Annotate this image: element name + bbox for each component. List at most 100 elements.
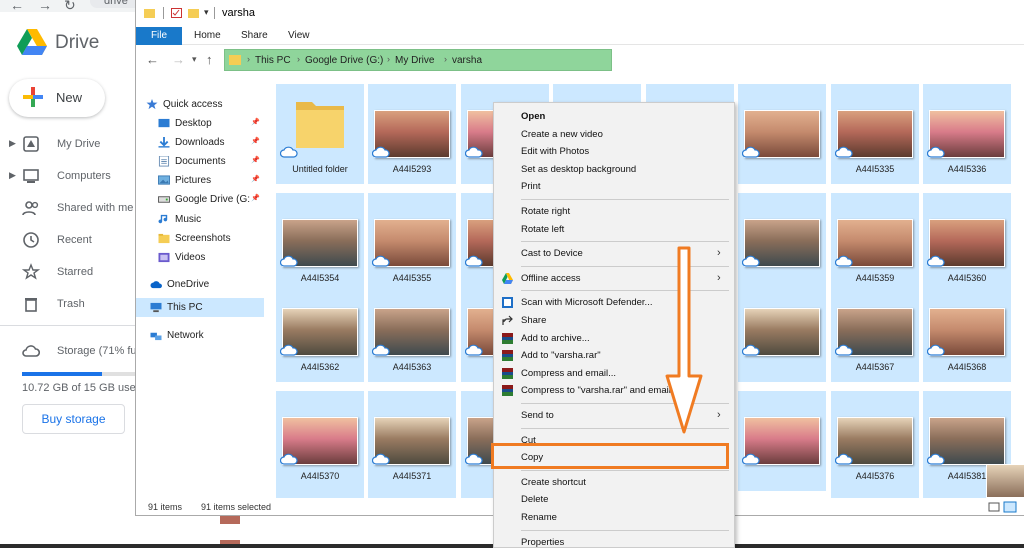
file-name: A44I5362 xyxy=(300,362,340,372)
tab-home[interactable]: Home xyxy=(184,27,231,45)
menu-item-rotate-right[interactable]: Rotate right xyxy=(494,203,734,220)
drive-nav-starred[interactable]: Starred xyxy=(0,261,135,285)
view-toggle-icons[interactable] xyxy=(988,501,1018,513)
menu-item-edit-with-photos[interactable]: Edit with Photos xyxy=(494,143,734,160)
file-tile[interactable] xyxy=(738,391,826,491)
drive-nav-recent[interactable]: Recent xyxy=(0,229,135,253)
forward-icon[interactable]: → xyxy=(38,0,52,13)
file-tile[interactable] xyxy=(738,84,826,184)
back-icon[interactable]: ← xyxy=(146,52,159,67)
file-tile[interactable] xyxy=(831,482,919,498)
new-folder-icon[interactable] xyxy=(188,8,199,18)
nav-item-this-pc[interactable]: This PC xyxy=(136,298,264,317)
breadcrumb-item[interactable]: My Drive xyxy=(395,55,434,66)
file-tile[interactable]: A44I5359 xyxy=(831,193,919,293)
nav-item-desktop[interactable]: Desktop 📌 xyxy=(136,114,264,133)
chevron-right-icon[interactable]: › xyxy=(387,54,390,64)
reload-icon[interactable]: ↻ xyxy=(64,0,76,14)
cloud-icon xyxy=(280,344,298,356)
chevron-right-icon[interactable]: › xyxy=(444,54,447,64)
file-tile[interactable] xyxy=(738,282,826,382)
forward-icon[interactable]: → xyxy=(172,52,185,67)
drive-disk-icon xyxy=(158,196,170,203)
file-tile[interactable] xyxy=(276,482,364,498)
divider xyxy=(214,7,215,19)
properties-icon[interactable] xyxy=(171,8,182,18)
menu-item-open[interactable]: Open xyxy=(494,108,734,125)
recent-locations-icon[interactable]: ▾ xyxy=(192,54,197,65)
nav-item-documents[interactable]: Documents 📌 xyxy=(136,152,264,171)
menu-item-label: Send to xyxy=(521,410,554,421)
photo-thumbnail xyxy=(986,464,1024,498)
file-tile[interactable]: A44I5363 xyxy=(368,282,456,382)
menu-item-delete[interactable]: Delete xyxy=(494,491,734,508)
cloud-icon xyxy=(742,453,760,465)
breadcrumb-item[interactable]: Google Drive (G:) xyxy=(305,55,383,66)
up-icon[interactable]: ↑ xyxy=(206,52,213,67)
file-tile[interactable]: A44I5293 xyxy=(368,84,456,184)
drive-nav-my-drive[interactable]: ▶ My Drive xyxy=(0,133,135,157)
file-tile[interactable] xyxy=(738,193,826,293)
file-tile[interactable]: A44I5371 xyxy=(368,391,456,491)
file-tile[interactable]: A44I5355 xyxy=(368,193,456,293)
nav-item-quick-access[interactable]: Quick access xyxy=(136,95,264,114)
pin-icon[interactable]: 📌 xyxy=(251,175,260,183)
drive-nav-shared[interactable]: Shared with me xyxy=(0,197,135,221)
pin-icon[interactable]: 📌 xyxy=(251,156,260,164)
nav-item-music[interactable]: Music xyxy=(136,210,264,229)
chevron-right-icon[interactable]: › xyxy=(247,54,250,64)
menu-item-properties[interactable]: Properties xyxy=(494,534,734,548)
menu-item-create-a-new-video[interactable]: Create a new video xyxy=(494,126,734,143)
nav-item-pictures[interactable]: Pictures 📌 xyxy=(136,171,264,190)
menu-item-rename[interactable]: Rename xyxy=(494,509,734,526)
cloud-icon xyxy=(835,146,853,158)
breadcrumb-item[interactable]: This PC xyxy=(255,55,291,66)
file-tile[interactable]: Untitled folder xyxy=(276,84,364,184)
menu-item-create-shortcut[interactable]: Create shortcut xyxy=(494,474,734,491)
file-tile[interactable]: A44I5376 xyxy=(831,391,919,491)
file-tile[interactable]: A44I5370 xyxy=(276,391,364,491)
file-tile[interactable] xyxy=(368,482,456,498)
nav-item-videos[interactable]: Videos xyxy=(136,248,264,267)
address-bar[interactable]: › This PC › Google Drive (G:) › My Drive… xyxy=(224,49,612,71)
file-tile[interactable]: A44I5367 xyxy=(831,282,919,382)
pin-icon[interactable]: 📌 xyxy=(251,137,260,145)
menu-item-set-as-desktop-background[interactable]: Set as desktop background xyxy=(494,161,734,178)
drive-nav-computers[interactable]: ▶ Computers xyxy=(0,165,135,189)
tab-share[interactable]: Share xyxy=(231,27,278,45)
buy-storage-button[interactable]: Buy storage xyxy=(22,404,125,434)
file-tile[interactable]: A44I5360 xyxy=(923,193,1011,293)
back-icon[interactable]: ← xyxy=(10,0,24,13)
cloud-icon xyxy=(372,146,390,158)
nav-item-label: OneDrive xyxy=(167,279,210,290)
nav-item-downloads[interactable]: Downloads 📌 xyxy=(136,133,264,152)
music-icon xyxy=(158,214,168,224)
drive-nav-trash[interactable]: Trash xyxy=(0,293,135,317)
nav-item-screenshots[interactable]: Screenshots xyxy=(136,229,264,248)
menu-item-copy[interactable]: Copy xyxy=(491,443,734,470)
nav-item-onedrive[interactable]: OneDrive xyxy=(136,275,264,294)
nav-item-network[interactable]: Network xyxy=(136,326,264,345)
nav-item-google-drive-g[interactable]: Google Drive (G: 📌 xyxy=(136,190,264,209)
menu-item-print[interactable]: Print xyxy=(494,178,734,195)
file-tile[interactable]: A44I5354 xyxy=(276,193,364,293)
caret-right-icon[interactable]: ▶ xyxy=(9,170,16,181)
menu-item-label: Rotate left xyxy=(521,223,565,235)
file-tile[interactable]: A44I5335 xyxy=(831,84,919,184)
menu-item-label: Add to archive... xyxy=(521,332,590,344)
chevron-right-icon[interactable]: › xyxy=(297,54,300,64)
drive-nav-storage[interactable]: Storage (71% full) xyxy=(0,340,145,364)
caret-right-icon[interactable]: ▶ xyxy=(9,138,16,149)
pin-icon[interactable]: 📌 xyxy=(251,194,260,202)
tab-file[interactable]: File xyxy=(136,27,182,45)
file-tile[interactable]: A44I5362 xyxy=(276,282,364,382)
file-tile[interactable]: A44I5336 xyxy=(923,84,1011,184)
breadcrumb-item[interactable]: varsha xyxy=(452,55,482,66)
tab-view[interactable]: View xyxy=(278,27,320,45)
pin-icon[interactable]: 📌 xyxy=(251,118,260,126)
menu-item-label: Scan with Microsoft Defender... xyxy=(521,297,653,309)
customize-toolbar-icon[interactable]: ▾ xyxy=(204,7,209,18)
new-button[interactable]: New xyxy=(9,79,105,117)
file-tile[interactable]: A44I5368 xyxy=(923,282,1011,382)
menu-item-rotate-left[interactable]: Rotate left xyxy=(494,221,734,238)
